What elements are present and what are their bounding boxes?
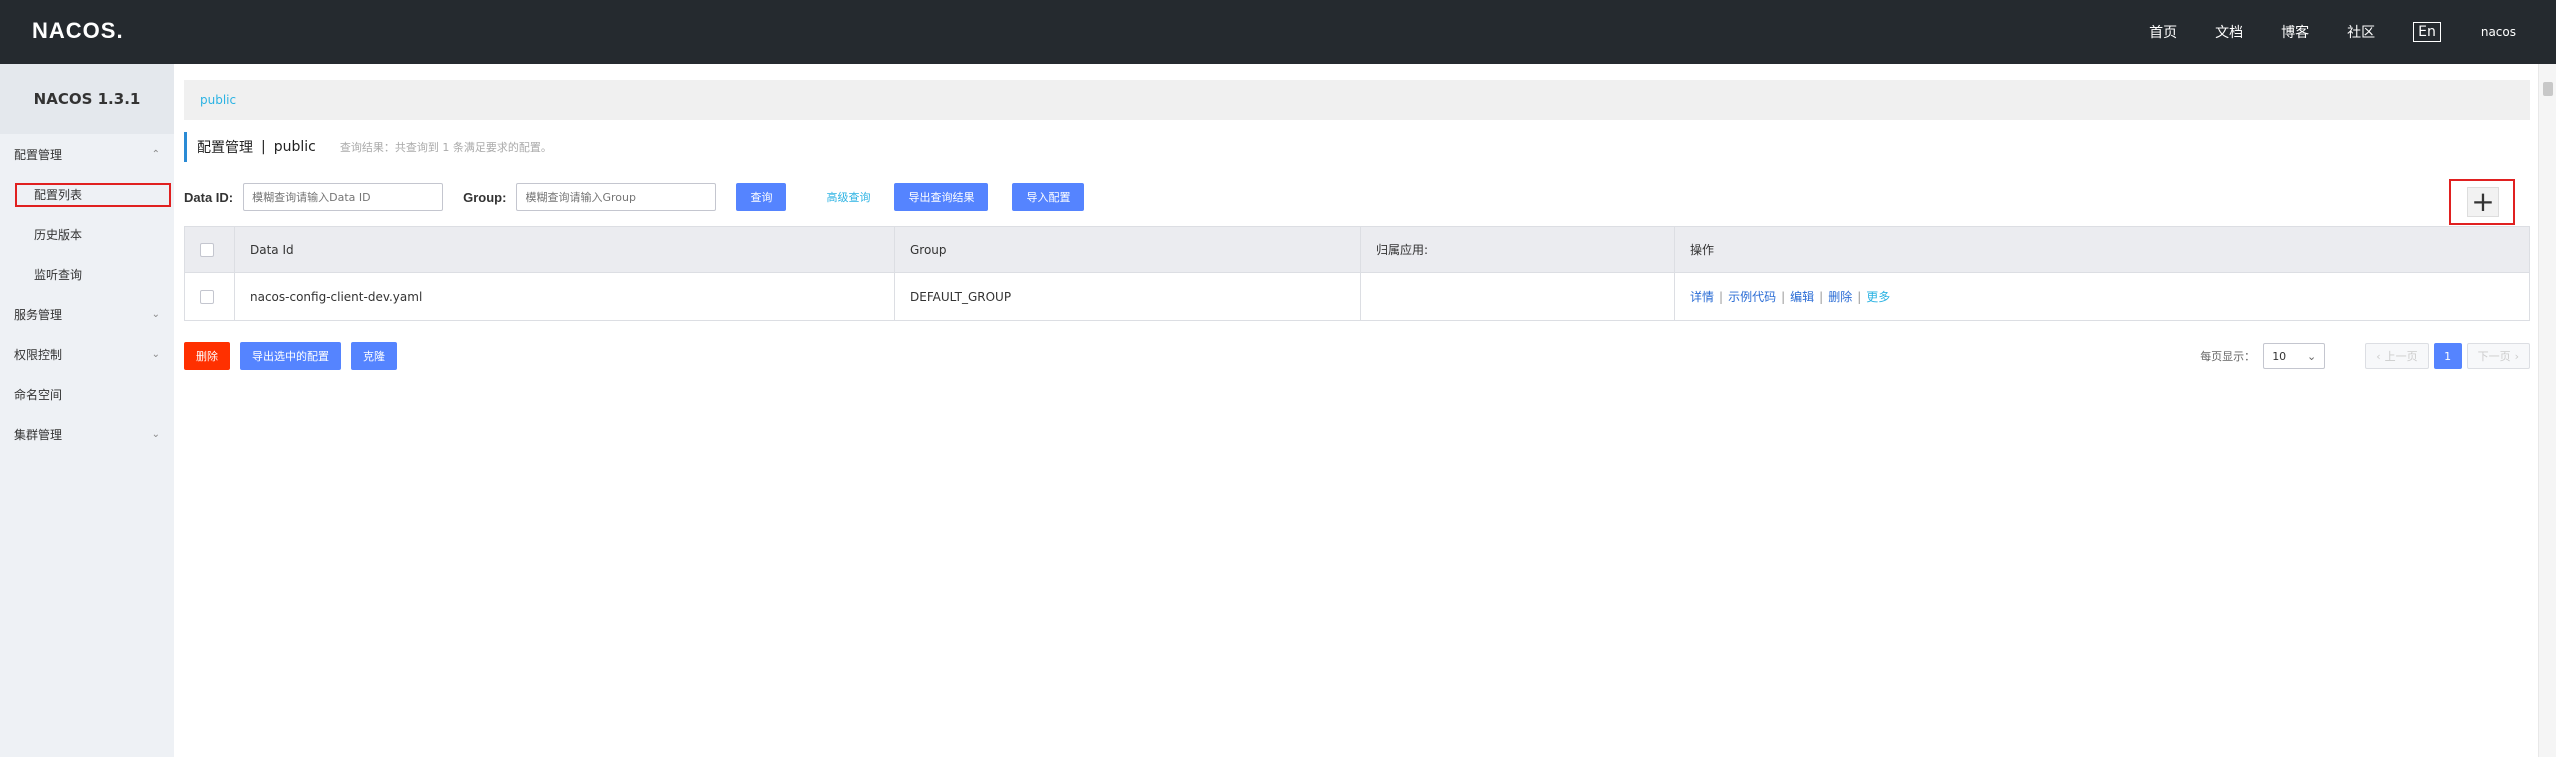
current-page[interactable]: 1 <box>2433 343 2462 369</box>
plus-icon[interactable]: + <box>2467 187 2499 217</box>
sidebar-item-config-list[interactable]: 配置列表 <box>0 174 174 214</box>
sidebar: NACOS 1.3.1 配置管理 ⌃ 配置列表 历史版本 监听查询 服务管理 ⌄… <box>0 64 174 757</box>
nav-blog[interactable]: 博客 <box>2281 22 2309 42</box>
chevron-down-icon: ⌄ <box>2306 349 2317 363</box>
top-navbar: NACOS. 首页 文档 博客 社区 En nacos <box>0 0 2556 64</box>
main-content: public 配置管理 | public 查询结果：共查询到 1 条满足要求的配… <box>184 64 2530 757</box>
pagination: 每页显示： 10 ⌄ ‹ 上一页 1 下一页 › <box>2200 342 2530 370</box>
page-title-namespace: public <box>273 139 316 155</box>
group-input[interactable] <box>516 183 717 211</box>
prev-page-button[interactable]: ‹ 上一页 <box>2365 343 2429 369</box>
chevron-left-icon: ‹ <box>2376 349 2381 363</box>
op-edit-link[interactable]: 编辑 <box>1790 290 1814 304</box>
row-checkbox[interactable] <box>200 289 214 304</box>
sidebar-item-label: 权限控制 <box>14 347 63 362</box>
row-select-cell <box>184 272 235 321</box>
per-page-select[interactable]: 10 ⌄ <box>2263 343 2326 369</box>
select-all-checkbox[interactable] <box>200 242 214 257</box>
per-page-label: 每页显示： <box>2200 350 2256 363</box>
column-header-data-id: Data Id <box>234 226 895 273</box>
column-header-app: 归属应用: <box>1360 226 1675 273</box>
group-label: Group: <box>463 189 507 205</box>
cell-app <box>1360 272 1675 321</box>
config-table: Data Id Group 归属应用: 操作 nacos-config-clie… <box>184 226 2530 321</box>
namespace-public-link[interactable]: public <box>200 93 236 107</box>
add-config-highlight: + <box>2449 179 2515 225</box>
vertical-scrollbar[interactable] <box>2538 64 2556 757</box>
sidebar-item-label: 命名空间 <box>14 387 63 402</box>
nav-docs[interactable]: 文档 <box>2215 22 2243 42</box>
per-page-value: 10 <box>2272 349 2287 363</box>
scrollbar-thumb[interactable] <box>2543 82 2553 96</box>
column-header-group: Group <box>894 226 1361 273</box>
op-sample-code-link[interactable]: 示例代码 <box>1728 290 1776 304</box>
sidebar-item-label: 配置管理 <box>14 147 63 162</box>
cell-group: DEFAULT_GROUP <box>894 272 1361 321</box>
sidebar-item-config-management[interactable]: 配置管理 ⌃ <box>0 134 174 174</box>
page-title-text: 配置管理 <box>197 140 253 156</box>
sidebar-item-label: 服务管理 <box>14 307 63 322</box>
column-header-operations: 操作 <box>1674 226 2530 273</box>
nav-community[interactable]: 社区 <box>2347 22 2375 42</box>
query-result-hint: 查询结果：共查询到 1 条满足要求的配置。 <box>339 141 552 154</box>
advanced-query-link[interactable]: 高级查询 <box>826 189 870 205</box>
user-name[interactable]: nacos <box>2481 25 2516 39</box>
op-details-link[interactable]: 详情 <box>1690 290 1714 304</box>
bottom-actions: 删除 导出选中的配置 克隆 每页显示： 10 ⌄ ‹ 上一页 1 下一页 › <box>184 342 2530 370</box>
data-id-input[interactable] <box>243 183 444 211</box>
sidebar-item-namespace[interactable]: 命名空间 <box>0 374 174 414</box>
page-title: 配置管理 | public 查询结果：共查询到 1 条满足要求的配置。 <box>184 132 552 162</box>
delete-button[interactable]: 删除 <box>184 342 230 370</box>
sidebar-item-listener-query[interactable]: 监听查询 <box>0 254 174 294</box>
sidebar-item-history[interactable]: 历史版本 <box>0 214 174 254</box>
sidebar-item-service-management[interactable]: 服务管理 ⌄ <box>0 294 174 334</box>
nacos-logo[interactable]: NACOS. <box>32 18 124 44</box>
search-bar: Data ID: Group: 查询 高级查询 导出查询结果 导入配置 <box>184 182 2530 212</box>
table-header-row: Data Id Group 归属应用: 操作 <box>184 226 2530 273</box>
select-all-cell <box>184 226 235 273</box>
chevron-right-icon: › <box>2514 349 2519 363</box>
op-delete-link[interactable]: 删除 <box>1828 290 1852 304</box>
sidebar-item-access-control[interactable]: 权限控制 ⌄ <box>0 334 174 374</box>
op-more-link[interactable]: 更多 <box>1866 290 1890 304</box>
cell-operations: 详情 | 示例代码 | 编辑 | 删除 | 更多 <box>1674 272 2530 321</box>
chevron-down-icon: ⌄ <box>151 428 160 440</box>
language-toggle[interactable]: En <box>2413 22 2441 42</box>
sidebar-menu: 配置管理 ⌃ 配置列表 历史版本 监听查询 服务管理 ⌄ 权限控制 ⌄ 命名空间… <box>0 134 174 454</box>
export-selected-button[interactable]: 导出选中的配置 <box>240 342 341 370</box>
table-row: nacos-config-client-dev.yaml DEFAULT_GRO… <box>184 272 2530 321</box>
clone-button[interactable]: 克隆 <box>351 342 397 370</box>
sidebar-item-label: 集群管理 <box>14 427 63 442</box>
namespace-bar: public <box>184 80 2530 120</box>
nav-home[interactable]: 首页 <box>2149 22 2177 42</box>
highlight-box <box>15 183 171 207</box>
sidebar-item-cluster-management[interactable]: 集群管理 ⌄ <box>0 414 174 454</box>
next-page-button[interactable]: 下一页 › <box>2466 343 2530 369</box>
sidebar-item-label: 监听查询 <box>34 267 83 282</box>
version-title: NACOS 1.3.1 <box>0 64 174 134</box>
top-nav: 首页 文档 博客 社区 En nacos <box>2111 0 2516 64</box>
cell-data-id: nacos-config-client-dev.yaml <box>234 272 895 321</box>
query-button[interactable]: 查询 <box>736 183 787 211</box>
export-results-button[interactable]: 导出查询结果 <box>894 183 989 211</box>
chevron-down-icon: ⌄ <box>151 308 160 320</box>
import-config-button[interactable]: 导入配置 <box>1012 183 1085 211</box>
sidebar-item-label: 历史版本 <box>34 227 83 242</box>
data-id-label: Data ID: <box>184 189 234 205</box>
title-separator: | <box>261 139 266 155</box>
chevron-down-icon: ⌄ <box>151 348 160 360</box>
chevron-up-icon: ⌃ <box>151 148 160 160</box>
